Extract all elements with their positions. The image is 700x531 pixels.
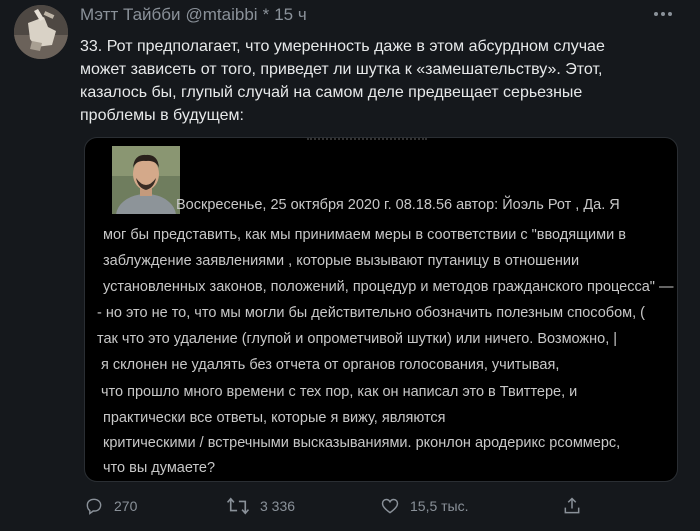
heart-icon xyxy=(381,498,399,514)
tweet-header: Мэтт Тайбби @mtaibbi * 15 ч xyxy=(80,5,307,25)
screenshot-line: - но это не то, что мы могли бы действит… xyxy=(97,305,645,321)
screenshot-text: Воскресенье, 25 октября 2020 г. 08.18.56… xyxy=(85,138,677,481)
tweet-body-line: может зависеть от того, приведет ли шутк… xyxy=(80,61,603,78)
screenshot-line: критическими / встречными высказываниями… xyxy=(103,435,621,451)
screenshot-line: что вы думаете? xyxy=(103,460,216,476)
retweet-button[interactable]: 3 336 xyxy=(226,496,295,516)
avatar-image xyxy=(14,5,68,59)
screenshot-line: так что это удаление (глупой и опрометчи… xyxy=(97,331,618,347)
author-handle[interactable]: @mtaibbi xyxy=(186,5,258,25)
screenshot-line: Воскресенье, 25 октября 2020 г. 08.18.56… xyxy=(176,197,620,213)
tweet: Мэтт Тайбби @mtaibbi * 15 ч 33. Рот пред… xyxy=(0,0,700,531)
like-count: 15,5 тыс. xyxy=(410,498,469,514)
embedded-screenshot[interactable]: Воскресенье, 25 октября 2020 г. 08.18.56… xyxy=(84,137,678,482)
header-separator: * xyxy=(262,5,270,24)
tweet-body-line: проблемы в будущем: xyxy=(80,107,244,124)
tweet-body: 33. Рот предполагает, что умеренность да… xyxy=(80,35,690,127)
screenshot-line: мог бы представить, как мы принимаем мер… xyxy=(103,227,626,243)
reply-icon xyxy=(86,498,102,515)
tweet-actions: 270 3 336 15,5 тыс. xyxy=(84,496,584,520)
reply-button[interactable]: 270 xyxy=(84,496,137,516)
more-options-icon[interactable] xyxy=(654,12,672,16)
screenshot-line: что прошло много времени с тех пор, как … xyxy=(101,384,578,400)
avatar[interactable] xyxy=(14,5,68,59)
screenshot-line: заблуждение заявлениями , которые вызыва… xyxy=(103,253,580,269)
screenshot-line: установленных законов, положений, процед… xyxy=(103,279,674,295)
share-icon xyxy=(564,497,580,514)
tweet-body-line: казалось бы, глупый случай на самом деле… xyxy=(80,84,583,101)
author-name[interactable]: Мэтт Тайбби xyxy=(80,5,181,25)
tweet-time[interactable]: 15 ч xyxy=(274,5,307,25)
screenshot-line: я склонен не удалять без отчета от орган… xyxy=(101,357,560,373)
tweet-body-line: 33. Рот предполагает, что умеренность да… xyxy=(80,38,605,55)
retweet-icon xyxy=(226,497,250,515)
reply-count: 270 xyxy=(114,498,138,514)
like-button[interactable]: 15,5 тыс. xyxy=(380,496,469,516)
retweet-count: 3 336 xyxy=(260,498,296,514)
screenshot-line: практически все ответы, которые я вижу, … xyxy=(103,410,446,426)
share-button[interactable] xyxy=(562,496,582,516)
